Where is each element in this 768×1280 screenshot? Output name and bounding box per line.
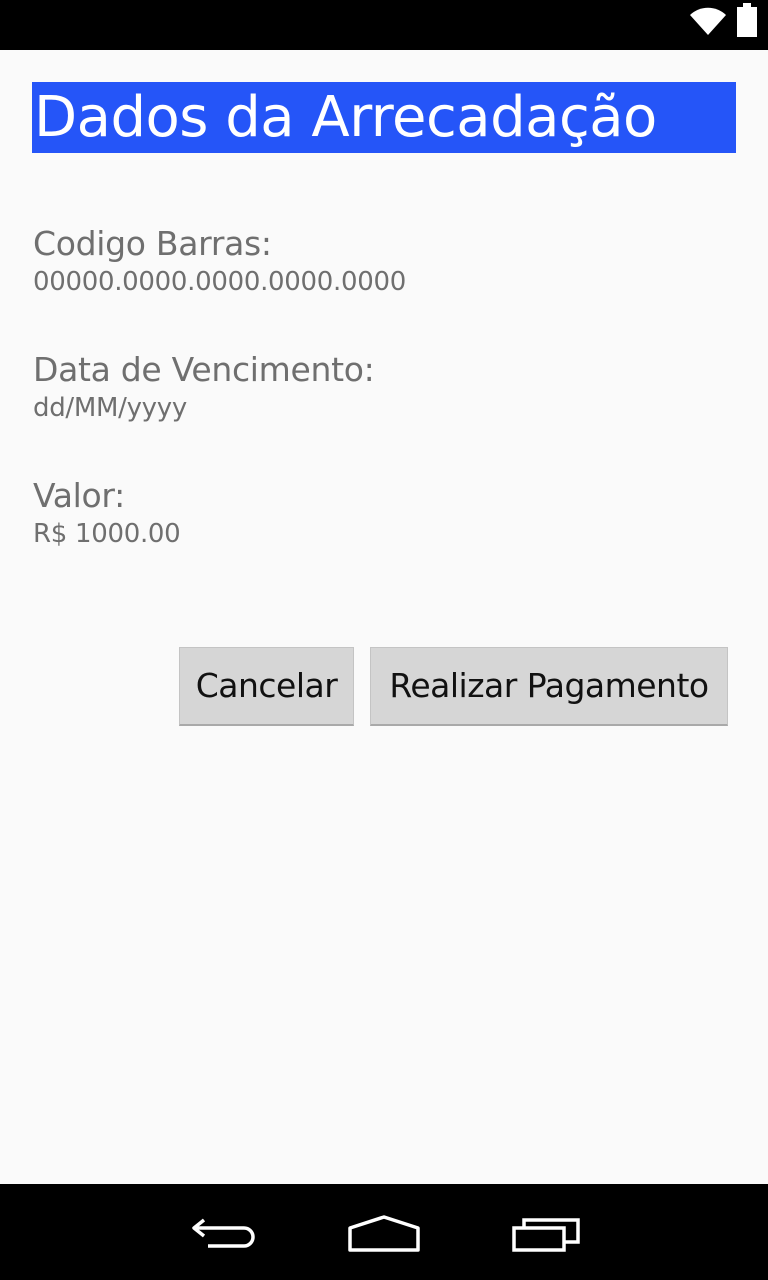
due-date-value: dd/MM/yyyy <box>33 393 187 423</box>
battery-icon <box>737 3 757 37</box>
make-payment-button[interactable]: Realizar Pagamento <box>370 647 728 726</box>
recents-icon[interactable] <box>510 1214 582 1254</box>
page-title: Dados da Arrecadação <box>32 82 736 153</box>
home-icon[interactable] <box>346 1214 422 1254</box>
barcode-label: Codigo Barras: <box>33 224 272 263</box>
status-bar <box>0 0 768 50</box>
amount-value: R$ 1000.00 <box>33 519 181 549</box>
wifi-icon <box>690 7 726 35</box>
amount-label: Valor: <box>33 476 125 515</box>
navigation-bar <box>0 1184 768 1280</box>
cancel-button[interactable]: Cancelar <box>179 647 354 726</box>
due-date-label: Data de Vencimento: <box>33 350 375 389</box>
barcode-value: 00000.0000.0000.0000.0000 <box>33 267 406 297</box>
back-icon[interactable] <box>188 1214 260 1254</box>
app-screen: Dados da Arrecadação Codigo Barras: 0000… <box>0 0 768 1280</box>
